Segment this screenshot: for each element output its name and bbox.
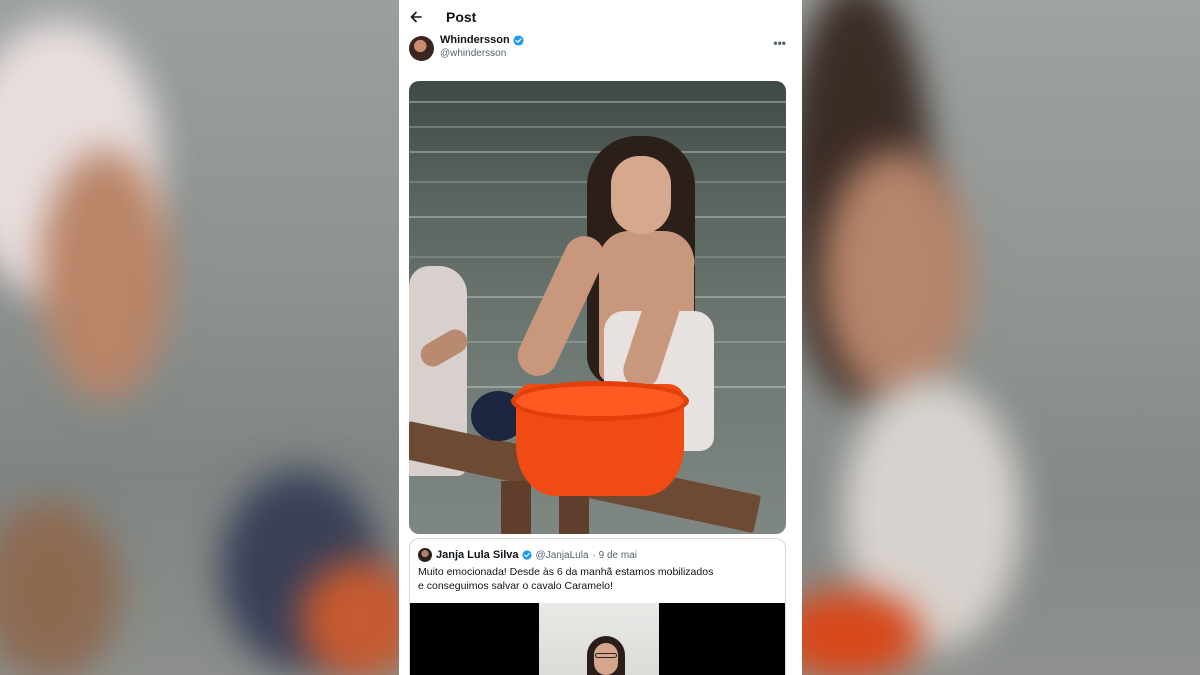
quoted-post[interactable]: Janja Lula Silva @JanjaLula · 9 de mai M…	[409, 538, 786, 675]
post-media-video[interactable]	[409, 81, 786, 534]
background-blur-left	[0, 0, 399, 675]
woman-face	[611, 156, 671, 234]
quote-text: Muito emocionada! Desde às 6 da manhã es…	[418, 566, 714, 592]
quote-author-handle[interactable]: @JanjaLula	[536, 550, 589, 561]
post-panel: Post Whindersson @whindersson ••• Janja …	[399, 0, 802, 675]
avatar[interactable]	[418, 548, 432, 562]
quote-media-video[interactable]	[410, 603, 785, 675]
avatar[interactable]	[409, 36, 434, 61]
quote-date[interactable]: · 9 de mai	[593, 550, 637, 561]
quote-author-name[interactable]: Janja Lula Silva	[436, 549, 519, 561]
author-handle[interactable]: @whindersson	[440, 47, 524, 60]
author-name[interactable]: Whindersson	[440, 34, 510, 47]
verified-badge-icon	[521, 550, 532, 560]
more-options-icon[interactable]: •••	[773, 36, 786, 50]
post-author[interactable]: Whindersson @whindersson	[399, 34, 802, 72]
verified-badge-icon	[513, 35, 524, 46]
arrow-left-icon[interactable]	[409, 10, 423, 24]
top-bar: Post	[399, 0, 802, 34]
page-title: Post	[446, 9, 477, 25]
background-blur-right	[802, 0, 1200, 675]
